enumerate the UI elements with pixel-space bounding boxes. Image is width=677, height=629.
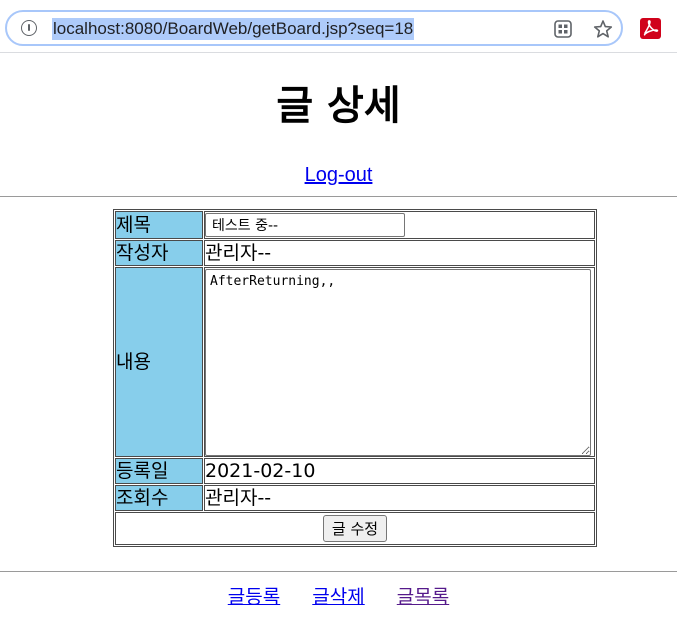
footer-links: 글등록 글삭제 글목록 bbox=[0, 584, 677, 610]
title-cell bbox=[204, 211, 595, 239]
title-row: 제목 bbox=[115, 211, 595, 239]
logout-link[interactable]: Log-out bbox=[305, 164, 373, 186]
board-list-link[interactable]: 글목록 bbox=[397, 586, 449, 608]
date-row: 등록일 2021-02-10 bbox=[115, 458, 595, 484]
views-label: 조회수 bbox=[115, 485, 203, 511]
content-cell: AfterReturning,, bbox=[204, 267, 595, 457]
submit-row: 글 수정 bbox=[115, 512, 595, 545]
divider-top bbox=[0, 196, 677, 197]
date-label: 등록일 bbox=[115, 458, 203, 484]
content-textarea[interactable]: AfterReturning,, bbox=[205, 269, 591, 456]
views-row: 조회수 관리자-- bbox=[115, 485, 595, 511]
address-bar[interactable]: localhost:8080/BoardWeb/getBoard.jsp?seq… bbox=[5, 10, 623, 46]
pdf-icon[interactable] bbox=[640, 18, 661, 39]
date-value: 2021-02-10 bbox=[204, 458, 595, 484]
board-detail-table: 제목 작성자 관리자-- 내용 AfterReturning,, 등록일 202… bbox=[113, 209, 597, 547]
writer-value: 관리자-- bbox=[204, 240, 595, 266]
delete-board-link[interactable]: 글삭제 bbox=[312, 586, 364, 608]
content-label: 내용 bbox=[115, 267, 203, 457]
url-text[interactable]: localhost:8080/BoardWeb/getBoard.jsp?seq… bbox=[52, 18, 415, 40]
divider-bottom bbox=[0, 571, 677, 572]
update-button[interactable]: 글 수정 bbox=[322, 515, 388, 542]
content-row: 내용 AfterReturning,, bbox=[115, 267, 595, 457]
views-value: 관리자-- bbox=[204, 485, 595, 511]
star-icon[interactable] bbox=[592, 18, 614, 40]
title-label: 제목 bbox=[115, 211, 203, 239]
writer-row: 작성자 관리자-- bbox=[115, 240, 595, 266]
browser-toolbar: localhost:8080/BoardWeb/getBoard.jsp?seq… bbox=[0, 0, 677, 53]
page-title: 글 상세 bbox=[276, 83, 401, 129]
writer-label: 작성자 bbox=[115, 240, 203, 266]
title-input[interactable] bbox=[205, 213, 405, 237]
apps-icon[interactable] bbox=[552, 18, 574, 40]
submit-cell: 글 수정 bbox=[115, 512, 595, 545]
insert-board-link[interactable]: 글등록 bbox=[228, 586, 280, 608]
logout-container: Log-out bbox=[0, 162, 677, 188]
info-icon[interactable] bbox=[21, 20, 37, 36]
